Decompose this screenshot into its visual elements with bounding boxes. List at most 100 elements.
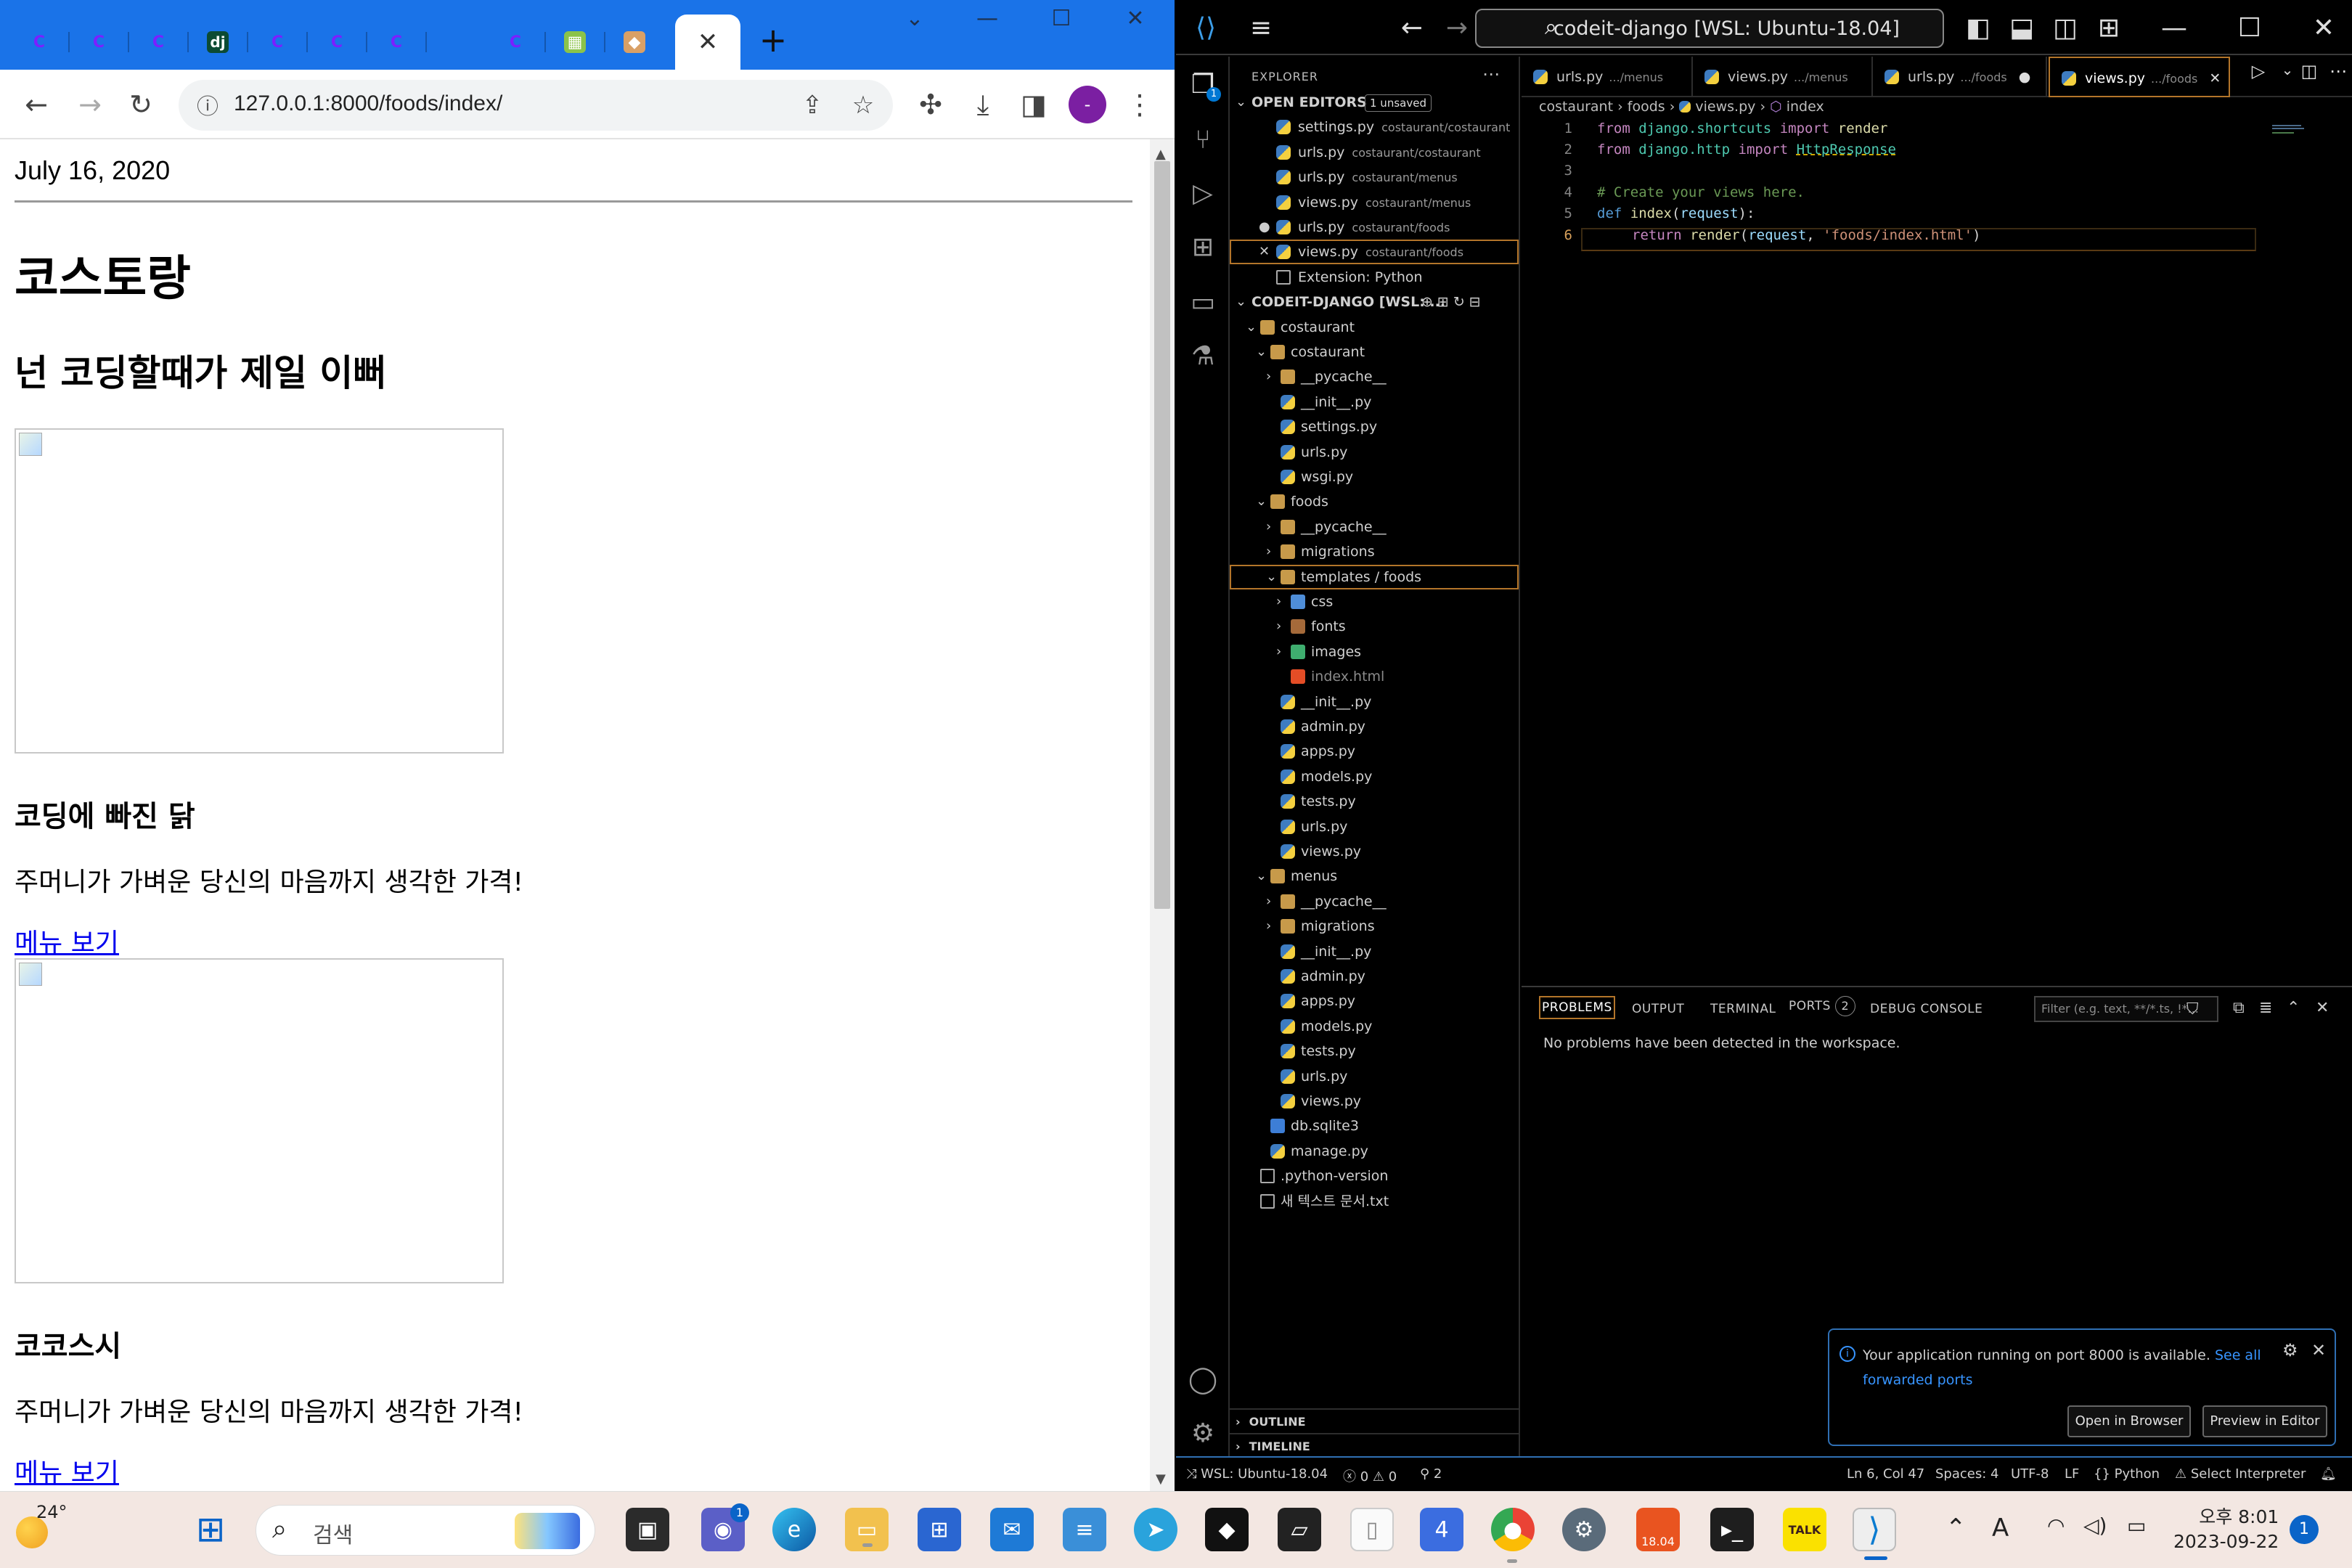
share-icon[interactable]: ⇪ bbox=[796, 89, 829, 122]
tree-folder[interactable]: ⌄ costaurant bbox=[1230, 315, 1519, 340]
browser-tab[interactable]: ◆ bbox=[614, 22, 655, 62]
scroll-up-icon[interactable]: ▲ bbox=[1156, 147, 1166, 162]
editor-tab-active[interactable]: views.py .../foods ✕ bbox=[2049, 57, 2230, 97]
maximize-button[interactable]: ☐ bbox=[2231, 13, 2268, 43]
end-of-line[interactable]: LF bbox=[2065, 1466, 2079, 1482]
toggle-sidebar-icon[interactable]: ◧ bbox=[1960, 13, 1996, 43]
tree-folder[interactable]: ⌄ menus bbox=[1230, 864, 1519, 889]
unsaved-dot-icon[interactable]: ● bbox=[2019, 69, 2031, 85]
language-mode[interactable]: {} Python bbox=[2094, 1466, 2160, 1482]
app-icon[interactable]: 4 bbox=[1420, 1508, 1463, 1551]
task-view-icon[interactable]: ▣ bbox=[626, 1508, 669, 1551]
code-editor[interactable]: 1 from django.shortcuts import render 2 … bbox=[1522, 121, 2352, 986]
browser-tab[interactable]: C bbox=[495, 22, 546, 62]
browser-tab[interactable]: C bbox=[257, 22, 308, 62]
tab-terminal[interactable]: TERMINAL bbox=[1710, 1002, 1776, 1016]
tree-folder[interactable]: ⌄ foods bbox=[1230, 489, 1519, 514]
address-bar[interactable]: ⓘ 127.0.0.1:8000/foods/index/ ⇪ ☆ bbox=[179, 80, 893, 131]
open-editor-item[interactable]: urls.py costaurant/menus bbox=[1230, 165, 1519, 189]
ime-icon[interactable]: A bbox=[1992, 1514, 2009, 1543]
open-editor-item[interactable]: ✕ views.py costaurant/foods bbox=[1230, 240, 1519, 264]
tree-file[interactable]: wsgi.py bbox=[1230, 465, 1519, 489]
windows-start-icon[interactable]: ⊞ bbox=[189, 1508, 232, 1551]
kakaotalk-icon[interactable]: TALK bbox=[1783, 1508, 1826, 1551]
forward-arrow-icon[interactable]: → bbox=[1439, 13, 1475, 43]
editor-tab[interactable]: views.py .../menus bbox=[1693, 57, 1873, 97]
tree-file[interactable]: urls.py bbox=[1230, 814, 1519, 839]
tree-file[interactable]: db.sqlite3 bbox=[1230, 1114, 1519, 1138]
tree-file[interactable]: admin.py bbox=[1230, 964, 1519, 989]
explorer-icon[interactable]: ❐ 1 bbox=[1185, 67, 1221, 103]
tree-folder[interactable]: › images bbox=[1230, 640, 1519, 664]
browser-tab[interactable]: C bbox=[78, 22, 129, 62]
menu-link[interactable]: 메뉴 보기 bbox=[15, 922, 119, 960]
settings-gear-icon[interactable]: ⚙ bbox=[1185, 1416, 1221, 1452]
ubuntu-icon[interactable]: 18.04 bbox=[1636, 1508, 1680, 1551]
tree-file[interactable]: urls.py bbox=[1230, 440, 1519, 465]
open-editors-header[interactable]: ⌄ OPEN EDITORS 1 unsaved bbox=[1230, 90, 1519, 115]
editor-tab[interactable]: urls.py .../foods ● bbox=[1873, 57, 2047, 97]
tree-folder[interactable]: › migrations bbox=[1230, 539, 1519, 564]
remote-explorer-icon[interactable]: ▭ bbox=[1185, 285, 1221, 321]
tab-ports[interactable]: PORTS 2 bbox=[1789, 996, 1855, 1016]
show-hidden-icons[interactable]: ⌃ bbox=[1945, 1514, 1967, 1543]
tree-file[interactable]: settings.py bbox=[1230, 415, 1519, 439]
tree-file[interactable]: views.py bbox=[1230, 839, 1519, 864]
copy-icon[interactable]: ⧉ bbox=[2233, 999, 2245, 1017]
battery-icon[interactable]: ▭ bbox=[2127, 1514, 2146, 1538]
cursor-position[interactable]: Ln 6, Col 47 bbox=[1847, 1466, 1924, 1482]
breadcrumb-item[interactable]: foods bbox=[1628, 99, 1665, 115]
testing-icon[interactable]: ⚗ bbox=[1185, 338, 1221, 375]
tab-debug-console[interactable]: DEBUG CONSOLE bbox=[1870, 1002, 1983, 1016]
chrome-icon[interactable]: ● bbox=[1491, 1508, 1535, 1563]
run-debug-icon[interactable]: ▷ bbox=[1185, 176, 1221, 212]
telegram-icon[interactable]: ➤ bbox=[1134, 1508, 1177, 1551]
timeline-section[interactable]: › TIMELINE bbox=[1230, 1433, 1519, 1458]
app-icon[interactable]: ◆ bbox=[1205, 1508, 1249, 1551]
browser-tab[interactable]: ▦ bbox=[555, 22, 605, 62]
maximize-button[interactable]: ☐ bbox=[1040, 6, 1083, 31]
minimap[interactable] bbox=[2272, 125, 2308, 135]
wifi-icon[interactable]: ◠ bbox=[2047, 1514, 2065, 1538]
minimize-button[interactable]: — bbox=[2156, 13, 2192, 43]
profile-avatar[interactable]: - bbox=[1069, 86, 1106, 123]
breadcrumb-item[interactable]: views.py bbox=[1695, 99, 1755, 115]
vscode-taskbar-icon[interactable]: ⟩ bbox=[1853, 1508, 1896, 1560]
tree-file[interactable]: urls.py bbox=[1230, 1064, 1519, 1089]
code-line[interactable]: def index(request): bbox=[1597, 205, 1755, 221]
blank-file-icon[interactable]: ▯ bbox=[1350, 1508, 1394, 1551]
notifications-bell-icon[interactable]: 🔔︎ bbox=[2320, 1466, 2337, 1482]
encoding[interactable]: UTF-8 bbox=[2011, 1466, 2049, 1482]
menu-link[interactable]: 메뉴 보기 bbox=[15, 1452, 119, 1490]
workspace-header[interactable]: ⌄ CODEIT-DJANGO [WSL: ... ⊕⊞↻⊟ bbox=[1230, 290, 1519, 314]
mail-icon[interactable]: ✉ bbox=[990, 1508, 1034, 1551]
list-icon[interactable]: ≣ bbox=[2259, 999, 2272, 1017]
clock[interactable]: 오후 8:01 2023-09-22 bbox=[2173, 1505, 2279, 1554]
remote-indicator[interactable]: ⤨ WSL: Ubuntu-18.04 bbox=[1186, 1466, 1328, 1482]
chat-icon[interactable]: ◉ 1 bbox=[701, 1503, 749, 1551]
scroll-down-icon[interactable]: ▼ bbox=[1156, 1471, 1166, 1487]
notepad-icon[interactable]: ≡ bbox=[1063, 1508, 1106, 1551]
active-browser-tab[interactable]: ✕ bbox=[675, 15, 740, 70]
browser-tab[interactable]: dj bbox=[197, 22, 248, 62]
bookmark-star-icon[interactable]: ☆ bbox=[846, 89, 880, 122]
toggle-panel-icon[interactable]: ⬓ bbox=[2004, 13, 2040, 43]
tab-problems[interactable]: PROBLEMS bbox=[1539, 996, 1615, 1019]
code-line[interactable]: return render(request, 'foods/index.html… bbox=[1632, 227, 1981, 243]
browser-tab[interactable]: C bbox=[138, 22, 189, 62]
store-icon[interactable]: ⊞ bbox=[918, 1508, 961, 1551]
code-line[interactable]: from django.http import HttpResponse bbox=[1597, 142, 1896, 158]
gear-icon[interactable]: ⚙ bbox=[2282, 1340, 2298, 1360]
reload-button[interactable]: ↻ bbox=[122, 86, 160, 123]
taskbar-search[interactable]: ⌕ 검색 bbox=[256, 1505, 595, 1556]
browser-tab[interactable]: C bbox=[376, 22, 427, 62]
settings-icon[interactable]: ⚙ bbox=[1562, 1508, 1606, 1551]
close-tab-icon[interactable]: ✕ bbox=[2209, 70, 2221, 86]
open-editor-item[interactable]: views.py costaurant/menus bbox=[1230, 190, 1519, 215]
menu-icon[interactable]: ≡ bbox=[1243, 13, 1279, 43]
close-tab-icon[interactable]: ✕ bbox=[698, 28, 719, 57]
tree-file[interactable]: __init__.py bbox=[1230, 690, 1519, 714]
tree-folder[interactable]: ⌄ costaurant bbox=[1230, 340, 1519, 364]
browser-tab[interactable]: C bbox=[317, 22, 367, 62]
editor-state-icon[interactable]: ● bbox=[1259, 215, 1270, 240]
